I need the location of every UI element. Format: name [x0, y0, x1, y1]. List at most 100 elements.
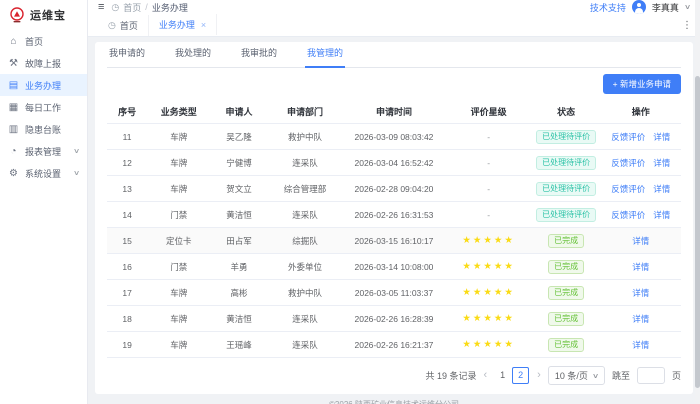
sidebar-item-label: 报表管理 — [25, 145, 61, 158]
cell-type: 车牌 — [147, 332, 210, 358]
menu-collapse-icon[interactable]: ≡ — [98, 1, 104, 13]
username[interactable]: 李真真 — [652, 1, 679, 14]
empty-rating: - — [487, 132, 490, 142]
status-badge: 已完成 — [548, 234, 584, 248]
sidebar-item-daily-work[interactable]: ▦每日工作 — [0, 96, 87, 118]
tab-label: 首页 — [120, 19, 138, 32]
cell-rating: - — [446, 202, 532, 228]
sidebar-item-business[interactable]: ▤业务办理 — [0, 74, 87, 96]
tab-home[interactable]: ◷首页 — [98, 15, 149, 36]
detail-link[interactable]: 详情 — [632, 314, 649, 324]
cell-dept: 连采队 — [268, 332, 343, 358]
cell-type: 车牌 — [147, 176, 210, 202]
cell-time: 2026-03-14 10:08:00 — [342, 254, 445, 280]
prev-page-button[interactable]: ‹ — [483, 370, 487, 381]
sidebar-item-report-mgmt[interactable]: ◔报表管理∨ — [0, 140, 87, 162]
cell-actions: 反馈评价详情 — [601, 124, 681, 150]
jump-label: 跳至 — [612, 369, 630, 382]
cell-applicant: 贺文立 — [210, 176, 267, 202]
cell-dept: 救护中队 — [268, 124, 343, 150]
detail-link[interactable]: 详情 — [632, 262, 649, 272]
table-row: 17车牌高彬救护中队2026-03-05 11:03:37★★★★★已完成详情 — [107, 280, 681, 306]
sidebar-item-home[interactable]: ⌂首页 — [0, 30, 87, 52]
cell-rating: ★★★★★ — [446, 254, 532, 280]
feedback-review-link[interactable]: 反馈评价 — [611, 132, 645, 142]
breadcrumb: ◷ 首页 / 业务办理 — [111, 1, 187, 14]
cell-type: 门禁 — [147, 254, 210, 280]
breadcrumb-home[interactable]: 首页 — [123, 1, 141, 14]
close-icon[interactable]: × — [201, 20, 206, 30]
cell-type: 门禁 — [147, 202, 210, 228]
cell-time: 2026-03-09 08:03:42 — [342, 124, 445, 150]
app-window: 运维宝 ⌂首页⚒故障上报▤业务办理▦每日工作▥隐患台账◔报表管理∨⚙系统设置∨ … — [0, 0, 700, 404]
cell-applicant: 田占军 — [210, 228, 267, 254]
page-size-select[interactable]: 10 条/页 ∨ — [548, 366, 605, 385]
detail-link[interactable]: 详情 — [632, 288, 649, 298]
cell-status: 已完成 — [532, 306, 601, 332]
wrench-icon: ⚒ — [8, 58, 19, 69]
filter-tab-1[interactable]: 我处理的 — [173, 46, 213, 68]
filter-tab-0[interactable]: 我申请的 — [107, 46, 147, 68]
cell-actions: 详情 — [601, 280, 681, 306]
table-row: 15定位卡田占军综掘队2026-03-15 16:10:17★★★★★已完成详情 — [107, 228, 681, 254]
brand-name: 运维宝 — [30, 7, 66, 23]
sidebar-item-system-settings[interactable]: ⚙系统设置∨ — [0, 162, 87, 184]
calendar-icon: ▦ — [8, 102, 19, 113]
filter-tab-2[interactable]: 我审批的 — [239, 46, 279, 68]
page-button-1[interactable]: 1 — [495, 368, 510, 383]
cell-time: 2026-02-28 09:04:20 — [342, 176, 445, 202]
gear-icon: ⚙ — [8, 168, 19, 179]
open-tabs: ◷首页业务办理× — [98, 14, 217, 36]
cell-rating: - — [446, 124, 532, 150]
topbar: ≡ ◷ 首页 / 业务办理 技术支持 李真真 ∨ — [88, 0, 700, 14]
page-button-2[interactable]: 2 — [512, 367, 529, 384]
detail-link[interactable]: 详情 — [653, 184, 670, 194]
status-badge: 已完成 — [548, 338, 584, 352]
detail-link[interactable]: 详情 — [653, 132, 670, 142]
breadcrumb-separator: / — [145, 2, 148, 12]
sidebar-item-hazard-ledger[interactable]: ▥隐患台账 — [0, 118, 87, 140]
star-rating: ★★★★★ — [462, 287, 515, 298]
detail-link[interactable]: 详情 — [653, 210, 670, 220]
cell-applicant: 羊勇 — [210, 254, 267, 280]
column-header: 状态 — [532, 100, 601, 124]
cell-no: 15 — [107, 228, 147, 254]
status-badge: 已处理待评价 — [536, 156, 596, 170]
feedback-review-link[interactable]: 反馈评价 — [611, 184, 645, 194]
detail-link[interactable]: 详情 — [653, 158, 670, 168]
table-row: 16门禁羊勇外委单位2026-03-14 10:08:00★★★★★已完成详情 — [107, 254, 681, 280]
add-application-button[interactable]: + 新增业务申请 — [603, 74, 681, 94]
cell-no: 12 — [107, 150, 147, 176]
toolbar: + 新增业务申请 — [107, 68, 681, 100]
column-header: 申请时间 — [342, 100, 445, 124]
cell-no: 11 — [107, 124, 147, 150]
filter-tab-3[interactable]: 我管理的 — [305, 46, 345, 68]
sidebar-nav: ⌂首页⚒故障上报▤业务办理▦每日工作▥隐患台账◔报表管理∨⚙系统设置∨ — [0, 30, 87, 184]
detail-link[interactable]: 详情 — [632, 236, 649, 246]
cell-time: 2026-02-26 16:28:39 — [342, 306, 445, 332]
cell-applicant: 宁健博 — [210, 150, 267, 176]
cell-type: 定位卡 — [147, 228, 210, 254]
column-header: 评价星级 — [446, 100, 532, 124]
cell-time: 2026-03-04 16:52:42 — [342, 150, 445, 176]
star-rating: ★★★★★ — [462, 261, 515, 272]
table-row: 19车牌王瑶峰连采队2026-02-26 16:21:37★★★★★已完成详情 — [107, 332, 681, 358]
user-avatar[interactable] — [632, 0, 646, 14]
tech-support-link[interactable]: 技术支持 — [590, 1, 626, 14]
detail-link[interactable]: 详情 — [632, 340, 649, 350]
sidebar-item-fault-report[interactable]: ⚒故障上报 — [0, 52, 87, 74]
next-page-button[interactable]: › — [537, 370, 541, 381]
cell-actions: 详情 — [601, 228, 681, 254]
feedback-review-link[interactable]: 反馈评价 — [611, 210, 645, 220]
sidebar-item-label: 首页 — [25, 35, 43, 48]
jump-page-input[interactable] — [637, 367, 665, 384]
cell-rating: ★★★★★ — [446, 332, 532, 358]
tab-business[interactable]: 业务办理× — [149, 14, 217, 35]
scrollbar-thumb[interactable] — [695, 76, 700, 388]
column-header: 操作 — [601, 100, 681, 124]
cell-actions: 详情 — [601, 306, 681, 332]
empty-rating: - — [487, 158, 490, 168]
cell-status: 已完成 — [532, 228, 601, 254]
feedback-review-link[interactable]: 反馈评价 — [611, 158, 645, 168]
cell-type: 车牌 — [147, 280, 210, 306]
